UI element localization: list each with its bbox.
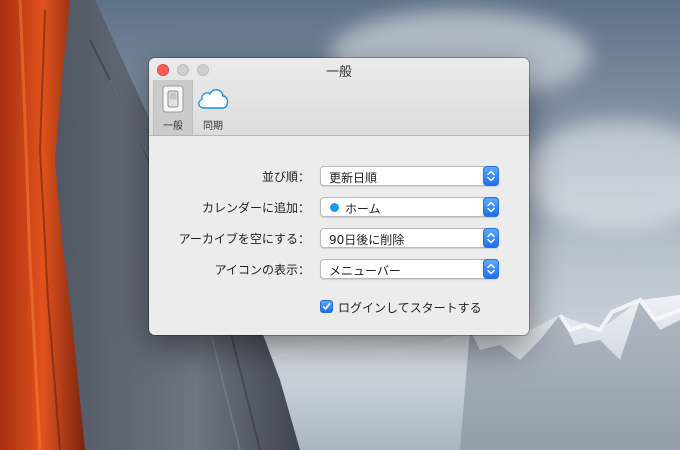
cloud-icon — [196, 84, 230, 116]
popup-arrows-icon — [483, 197, 499, 217]
tab-general[interactable]: 一般 — [153, 80, 193, 135]
sort-popup[interactable]: 更新日順 — [320, 166, 499, 186]
calendar-popup[interactable]: ホーム — [320, 197, 499, 217]
calendar-color-dot — [330, 203, 339, 212]
general-settings-form: 並び順： 更新日順 カレンダーに追加： ホーム アーカイブを空にする： 90日後… — [149, 136, 529, 335]
title-bar: 一般 一般 同期 — [149, 58, 529, 136]
archive-popup[interactable]: 90日後に削除 — [320, 228, 499, 248]
popup-arrows-icon — [483, 166, 499, 186]
calendar-value: ホーム — [345, 202, 381, 216]
tab-general-label: 一般 — [163, 121, 183, 132]
icon-display-value: メニューバー — [329, 264, 401, 278]
icon-display-label: アイコンの表示： — [214, 263, 310, 277]
icon-display-popup[interactable]: メニューバー — [320, 259, 499, 279]
popup-arrows-icon — [483, 228, 499, 248]
sort-label: 並び順： — [261, 170, 310, 184]
calendar-label: カレンダーに追加： — [201, 201, 310, 215]
tab-sync-label: 同期 — [203, 121, 223, 132]
preferences-window: 一般 一般 同期 並び順： 更新日順 カレンダーに追加： ホーム アーカイブを空… — [149, 58, 529, 335]
archive-label: アーカイブを空にする： — [178, 232, 310, 246]
launch-at-login-checkbox[interactable] — [320, 300, 333, 313]
tab-sync[interactable]: 同期 — [193, 80, 233, 135]
archive-value: 90日後に削除 — [329, 233, 405, 247]
window-title: 一般 — [325, 65, 352, 80]
launch-at-login-label: ログインしてスタートする — [338, 301, 482, 315]
popup-arrows-icon — [483, 259, 499, 279]
switch-icon — [160, 85, 186, 117]
sort-value: 更新日順 — [329, 171, 378, 185]
